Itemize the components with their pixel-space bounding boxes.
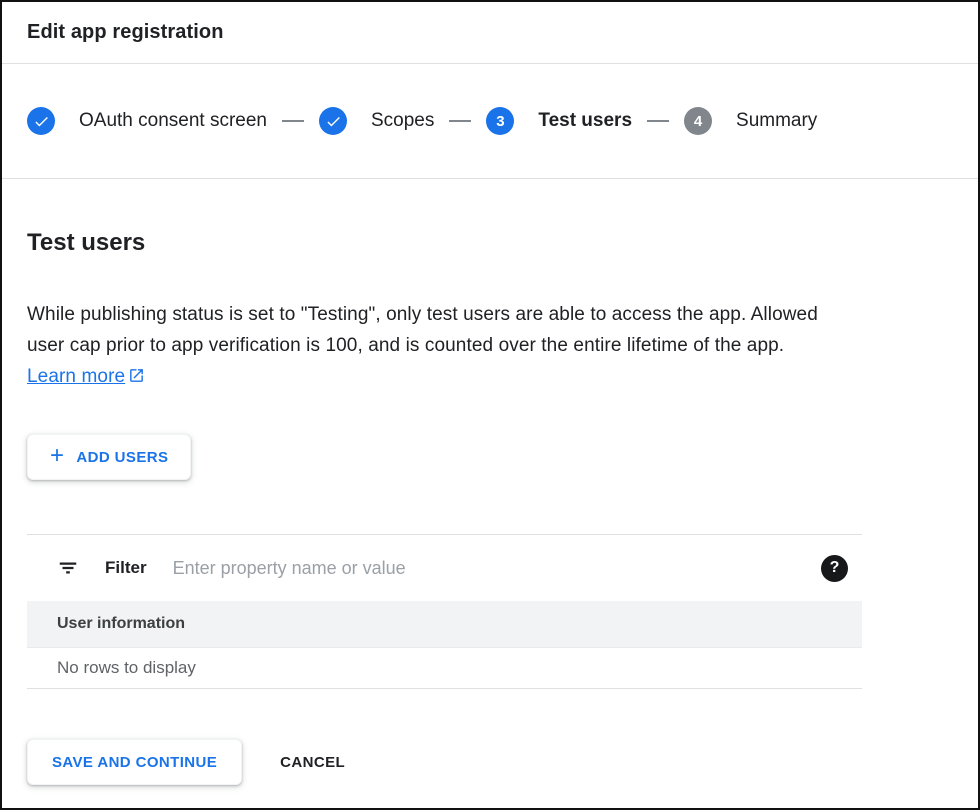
- table-empty-row: No rows to display: [27, 648, 862, 689]
- step-label: Test users: [538, 110, 632, 132]
- edit-app-registration-dialog: Edit app registration OAuth consent scre…: [0, 0, 980, 810]
- learn-more-link[interactable]: Learn more: [27, 366, 145, 387]
- step-oauth-consent-screen[interactable]: OAuth consent screen: [27, 107, 267, 135]
- help-icon[interactable]: ?: [821, 555, 848, 582]
- page-title: Edit app registration: [27, 21, 224, 44]
- step-scopes[interactable]: Scopes: [319, 107, 434, 135]
- step-number-badge: 4: [684, 107, 712, 135]
- step-label: Scopes: [371, 110, 434, 132]
- empty-message: No rows to display: [57, 658, 196, 678]
- add-users-label: ADD USERS: [76, 449, 168, 466]
- filter-label: Filter: [105, 558, 147, 578]
- footer-actions: SAVE AND CONTINUE CANCEL: [27, 739, 953, 785]
- step-test-users[interactable]: 3 Test users: [486, 107, 632, 135]
- step-summary[interactable]: 4 Summary: [684, 107, 817, 135]
- dialog-header: Edit app registration: [2, 2, 978, 64]
- step-complete-check-icon: [319, 107, 347, 135]
- external-link-icon: [128, 367, 145, 384]
- content-area: Test users While publishing status is se…: [2, 229, 978, 785]
- step-label: OAuth consent screen: [79, 110, 267, 132]
- column-header-user-information: User information: [57, 615, 185, 633]
- description-body: While publishing status is set to "Testi…: [27, 304, 818, 356]
- step-number-badge: 3: [486, 107, 514, 135]
- cancel-button[interactable]: CANCEL: [280, 754, 345, 771]
- test-users-table: Filter ? User information No rows to dis…: [27, 534, 862, 689]
- filter-icon: [57, 557, 79, 579]
- table-header-row: User information: [27, 601, 862, 648]
- step-complete-check-icon: [27, 107, 55, 135]
- description-text: While publishing status is set to "Testi…: [27, 299, 859, 392]
- step-label: Summary: [736, 110, 817, 132]
- step-connector: [449, 120, 471, 122]
- wizard-stepper: OAuth consent screen Scopes 3 Test users…: [2, 64, 978, 179]
- filter-input[interactable]: [173, 558, 821, 579]
- step-connector: [647, 120, 669, 122]
- plus-icon: +: [50, 444, 64, 468]
- save-and-continue-button[interactable]: SAVE AND CONTINUE: [27, 739, 242, 785]
- filter-bar[interactable]: Filter ?: [27, 534, 862, 601]
- learn-more-label: Learn more: [27, 366, 125, 387]
- add-users-button[interactable]: + ADD USERS: [27, 434, 191, 480]
- step-connector: [282, 120, 304, 122]
- section-heading: Test users: [27, 229, 953, 257]
